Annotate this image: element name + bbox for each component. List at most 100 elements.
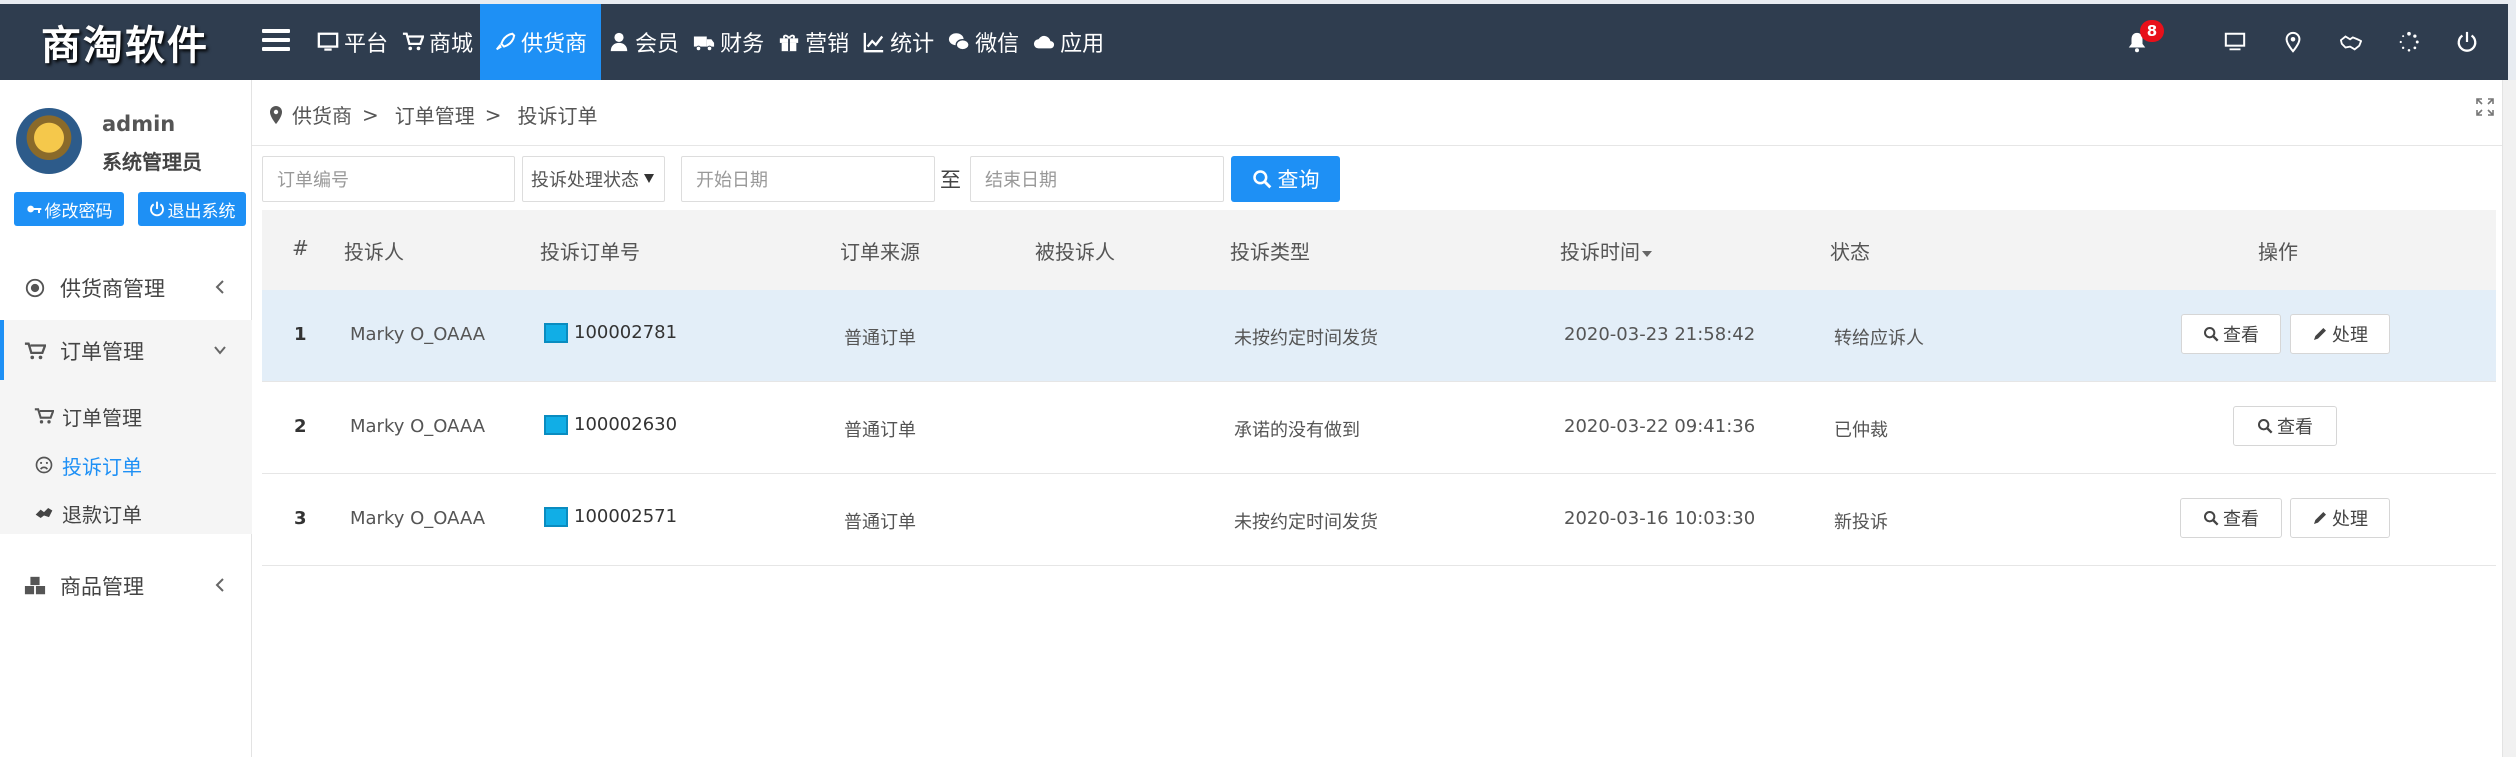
row-order-no: 100002630 xyxy=(574,414,678,435)
change-password-label: 修改密码 xyxy=(44,201,113,222)
th-source: 订单来源 xyxy=(840,240,920,264)
sidebar-group-products[interactable]: 商品管理 xyxy=(0,555,252,617)
map-pin-icon xyxy=(2285,31,2301,53)
gift-icon xyxy=(779,34,799,52)
desktop-button[interactable] xyxy=(2206,4,2264,80)
search-icon xyxy=(2258,419,2273,434)
view-button[interactable]: 查看 xyxy=(2180,498,2282,538)
nav-wechat-label: 微信 xyxy=(975,32,1020,57)
expand-icon[interactable] xyxy=(2476,98,2494,116)
nav-member[interactable]: 会员 xyxy=(601,4,686,80)
row-order-no: 100002781 xyxy=(574,322,678,343)
sidebar-group-products-label: 商品管理 xyxy=(60,575,144,599)
page-scrollbar[interactable] xyxy=(2502,80,2516,757)
nav-supplier-label: 供货商 xyxy=(521,32,588,57)
rocket-icon xyxy=(496,32,516,51)
top-scroll-edge xyxy=(2508,0,2516,80)
location-button[interactable] xyxy=(2264,4,2322,80)
handle-button[interactable]: 处理 xyxy=(2290,498,2390,538)
row-order[interactable]: 100002571 xyxy=(544,506,677,527)
refund-icon xyxy=(35,508,53,518)
nav-wechat[interactable]: 微信 xyxy=(941,4,1026,80)
search-icon xyxy=(2204,327,2219,342)
notification-badge: 8 xyxy=(2140,20,2164,42)
handle-button-label: 处理 xyxy=(2332,509,2368,530)
power-icon xyxy=(2457,31,2477,52)
pencil-icon xyxy=(2314,512,2326,524)
nav-supplier[interactable]: 供货商 xyxy=(480,4,602,80)
row-status: 新投诉 xyxy=(1834,512,1888,533)
nav-platform-label: 平台 xyxy=(344,32,389,57)
breadcrumb-current: 投诉订单 xyxy=(517,104,598,128)
nav-mall[interactable]: 商城 xyxy=(395,4,480,80)
view-button-label: 查看 xyxy=(2223,509,2259,530)
sidebar-item-complaint-orders[interactable]: 投诉订单 xyxy=(34,445,142,485)
handshake-button[interactable] xyxy=(2322,4,2380,80)
row-status: 转给应诉人 xyxy=(1834,328,1924,349)
view-button[interactable]: 查看 xyxy=(2233,406,2337,446)
monitor-icon xyxy=(317,32,339,51)
breadcrumb-bar: 供货商 > 订单管理 > 投诉订单 xyxy=(252,80,2516,146)
row-type: 未按约定时间发货 xyxy=(1234,512,1378,533)
app-logo[interactable]: 商淘软件 xyxy=(0,4,250,80)
row-type: 未按约定时间发货 xyxy=(1234,328,1378,349)
sidebar-item-order-management[interactable]: 订单管理 xyxy=(34,396,142,436)
nav-finance[interactable]: 财务 xyxy=(686,4,771,80)
chart-icon xyxy=(863,32,884,53)
status-select-value: 投诉处理状态 xyxy=(531,170,639,191)
order-no-input[interactable]: 订单编号 xyxy=(262,156,515,202)
user-name: admin xyxy=(102,112,176,136)
nav-platform[interactable]: 平台 xyxy=(310,4,395,80)
row-order[interactable]: 100002630 xyxy=(544,414,677,435)
table-row: 3 Marky O_OAAA 100002571 普通订单 未按约定时间发货 2… xyxy=(262,474,2496,566)
cart-icon xyxy=(24,342,46,360)
logout-button[interactable]: 退出系统 xyxy=(138,192,246,226)
select-caret-icon xyxy=(644,174,654,183)
power-button[interactable] xyxy=(2438,4,2496,80)
end-date-input[interactable]: 结束日期 xyxy=(970,156,1224,202)
pencil-icon xyxy=(2314,328,2326,340)
row-order[interactable]: 100002781 xyxy=(544,322,677,343)
chevron-left-icon xyxy=(215,578,224,592)
nav-apps[interactable]: 应用 xyxy=(1026,4,1111,80)
row-time: 2020-03-16 10:03:30 xyxy=(1564,508,1756,529)
row-type: 承诺的没有做到 xyxy=(1234,420,1360,441)
complaint-table: # 投诉人 投诉订单号 订单来源 被投诉人 投诉类型 投诉时间 状态 操作 1 … xyxy=(262,210,2496,566)
cubes-icon xyxy=(24,576,46,595)
th-time[interactable]: 投诉时间 xyxy=(1560,236,1652,265)
status-select[interactable]: 投诉处理状态 xyxy=(522,156,665,202)
th-time-label: 投诉时间 xyxy=(1560,240,1640,264)
user-role: 系统管理员 xyxy=(102,150,202,174)
row-source: 普通订单 xyxy=(844,328,916,349)
chevron-left-icon xyxy=(215,280,224,294)
query-button[interactable]: 查询 xyxy=(1231,156,1340,202)
view-button-label: 查看 xyxy=(2277,417,2313,438)
breadcrumb-orders[interactable]: 订单管理 xyxy=(395,100,475,129)
breadcrumb-sep-1: > xyxy=(362,102,379,127)
nav-marketing[interactable]: 营销 xyxy=(771,4,856,80)
loading-button[interactable] xyxy=(2380,4,2438,80)
row-time: 2020-03-23 21:58:42 xyxy=(1564,324,1756,345)
menu-toggle-icon[interactable] xyxy=(262,22,290,58)
search-icon xyxy=(2204,510,2219,526)
notifications-button[interactable]: 8 xyxy=(2108,4,2166,80)
sidebar-group-orders-label: 订单管理 xyxy=(60,340,144,364)
sidebar-item-refund-orders-label: 退款订单 xyxy=(62,502,142,527)
sidebar-item-refund-orders[interactable]: 退款订单 xyxy=(34,493,142,533)
truck-icon xyxy=(693,36,715,52)
sidebar-group-supplier[interactable]: 供货商管理 xyxy=(0,257,252,319)
cart-icon xyxy=(402,32,425,51)
view-button[interactable]: 查看 xyxy=(2181,314,2281,354)
handle-button-label: 处理 xyxy=(2332,325,2368,346)
sidebar-item-order-management-label: 订单管理 xyxy=(62,405,142,430)
row-complainant: Marky O_OAAA xyxy=(350,324,486,345)
nav-statistics[interactable]: 统计 xyxy=(856,4,941,80)
breadcrumb-supplier[interactable]: 供货商 xyxy=(292,100,352,129)
circle-dot-icon xyxy=(25,278,45,298)
sidebar-group-orders[interactable]: 订单管理 xyxy=(0,320,252,382)
handle-button[interactable]: 处理 xyxy=(2290,314,2390,354)
nav-finance-label: 财务 xyxy=(720,32,765,57)
change-password-button[interactable]: 修改密码 xyxy=(14,192,124,226)
start-date-input[interactable]: 开始日期 xyxy=(681,156,935,202)
wechat-icon xyxy=(949,33,970,51)
